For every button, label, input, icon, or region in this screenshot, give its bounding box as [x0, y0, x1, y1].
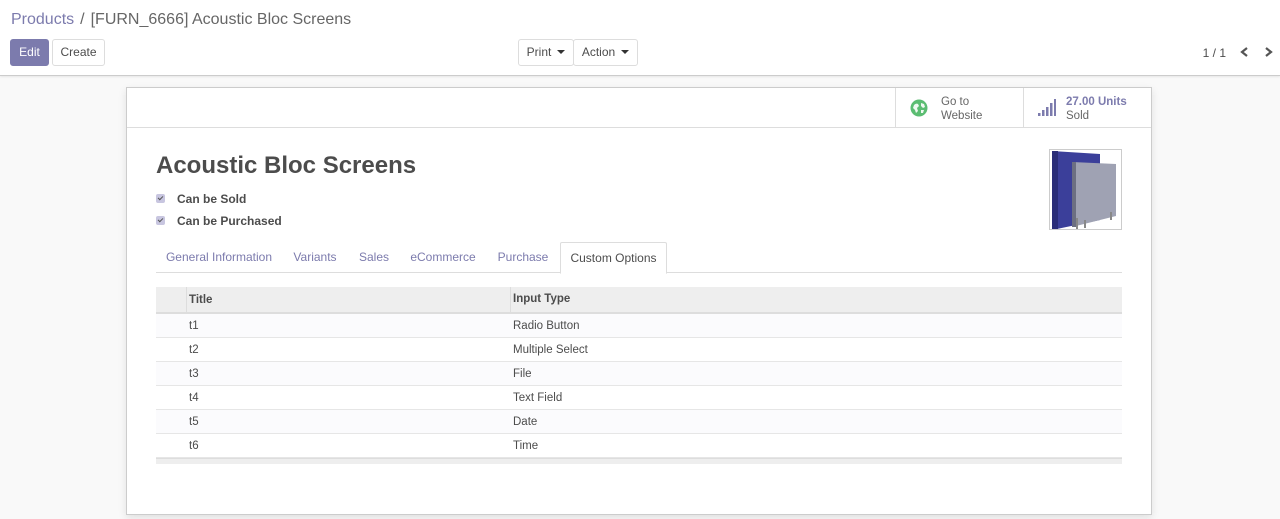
chevron-right-icon	[1265, 47, 1273, 57]
edit-button[interactable]: Edit	[10, 39, 49, 66]
breadcrumb: Products / [FURN_6666] Acoustic Bloc Scree…	[11, 10, 351, 30]
units-sold-text: 27.00 Units Sold	[1066, 95, 1127, 123]
caret-down-icon	[557, 49, 566, 54]
header-selector-cell	[156, 287, 187, 312]
tab-purchase[interactable]: Purchase	[486, 242, 560, 273]
chevron-left-icon	[1240, 47, 1248, 57]
print-label: Print	[526, 45, 552, 59]
option-title-cell: t5	[189, 416, 199, 428]
option-input-type-cell: Radio Button	[513, 320, 580, 332]
option-input-type-cell: Text Field	[513, 392, 563, 404]
units-sold-value: 27.00 Units	[1066, 96, 1127, 108]
go-to-website-text: Go to Website	[941, 95, 982, 123]
globe-icon	[910, 99, 928, 117]
table-footer	[156, 458, 1122, 464]
form-sheet: Go to Website 27.00 Units Sold Acoustic …	[126, 87, 1152, 515]
table-row[interactable]: t1 Radio Button	[156, 314, 1122, 338]
table-body: t1 Radio Button t2 Multiple Select t3 File t4 T…	[156, 314, 1122, 458]
website-line1: Go to	[941, 96, 970, 108]
tab-ecommerce[interactable]: eCommerce	[400, 242, 486, 273]
header-input-type[interactable]: Input Type	[510, 287, 570, 312]
action-dropdown-button[interactable]: Action	[573, 39, 638, 66]
website-line2: Website	[941, 110, 983, 122]
pager-previous-button[interactable]	[1235, 40, 1255, 64]
option-input-type-cell: Date	[513, 416, 538, 428]
option-input-type-cell: Multiple Select	[513, 344, 588, 356]
breadcrumb-current: [FURN_6666] Acoustic Bloc Screens	[90, 11, 352, 28]
go-to-website-button[interactable]: Go to Website	[895, 88, 1024, 128]
units-sold-button[interactable]: 27.00 Units Sold	[1023, 88, 1151, 128]
create-button[interactable]: Create	[52, 39, 105, 66]
option-title-cell: t6	[189, 440, 199, 452]
control-panel: Products / [FURN_6666] Acoustic Bloc Scree…	[0, 0, 1280, 76]
table-row[interactable]: t6 Time	[156, 434, 1122, 458]
tab-variants[interactable]: Variants	[282, 242, 348, 273]
units-sold-label: Sold	[1066, 110, 1090, 122]
breadcrumb-products-link[interactable]: Products	[11, 11, 74, 28]
can-be-purchased-label: Can be Purchased	[177, 214, 282, 228]
table-header: Title Input Type	[156, 287, 1122, 314]
breadcrumb-separator: /	[80, 11, 85, 28]
acoustic-screen-image	[1050, 150, 1121, 229]
signal-bars-icon	[1038, 99, 1056, 116]
tab-custom-options[interactable]: Custom Options	[560, 242, 667, 274]
table-row[interactable]: t5 Date	[156, 410, 1122, 434]
pager-value[interactable]: 1 / 1	[1203, 46, 1226, 60]
caret-down-icon	[621, 49, 630, 54]
table-row[interactable]: t4 Text Field	[156, 386, 1122, 410]
pager-next-button[interactable]	[1258, 40, 1278, 64]
can-be-purchased-checkbox[interactable]	[156, 216, 165, 225]
option-input-type-cell: File	[513, 368, 532, 380]
table-row[interactable]: t3 File	[156, 362, 1122, 386]
notebook-tabs: General Information Variants Sales eComm…	[156, 242, 1122, 274]
button-box: Go to Website 27.00 Units Sold	[127, 88, 1151, 128]
header-title[interactable]: Title	[189, 294, 212, 306]
action-label: Action	[581, 45, 616, 59]
option-title-cell: t4	[189, 392, 199, 404]
custom-options-table: Title Input Type t1 Radio Button t2 Multipl…	[156, 287, 1122, 464]
print-dropdown-button[interactable]: Print	[518, 39, 574, 66]
can-be-sold-label: Can be Sold	[177, 192, 247, 206]
option-title-cell: t3	[189, 368, 199, 380]
table-row[interactable]: t2 Multiple Select	[156, 338, 1122, 362]
option-title-cell: t2	[189, 344, 199, 356]
option-title-cell: t1	[189, 320, 199, 332]
can-be-sold-checkbox[interactable]	[156, 194, 165, 203]
tab-sales[interactable]: Sales	[348, 242, 400, 273]
option-input-type-cell: Time	[513, 440, 539, 452]
product-name: Acoustic Bloc Screens	[156, 152, 417, 179]
tab-general-information[interactable]: General Information	[156, 242, 282, 273]
product-image[interactable]	[1049, 149, 1122, 230]
